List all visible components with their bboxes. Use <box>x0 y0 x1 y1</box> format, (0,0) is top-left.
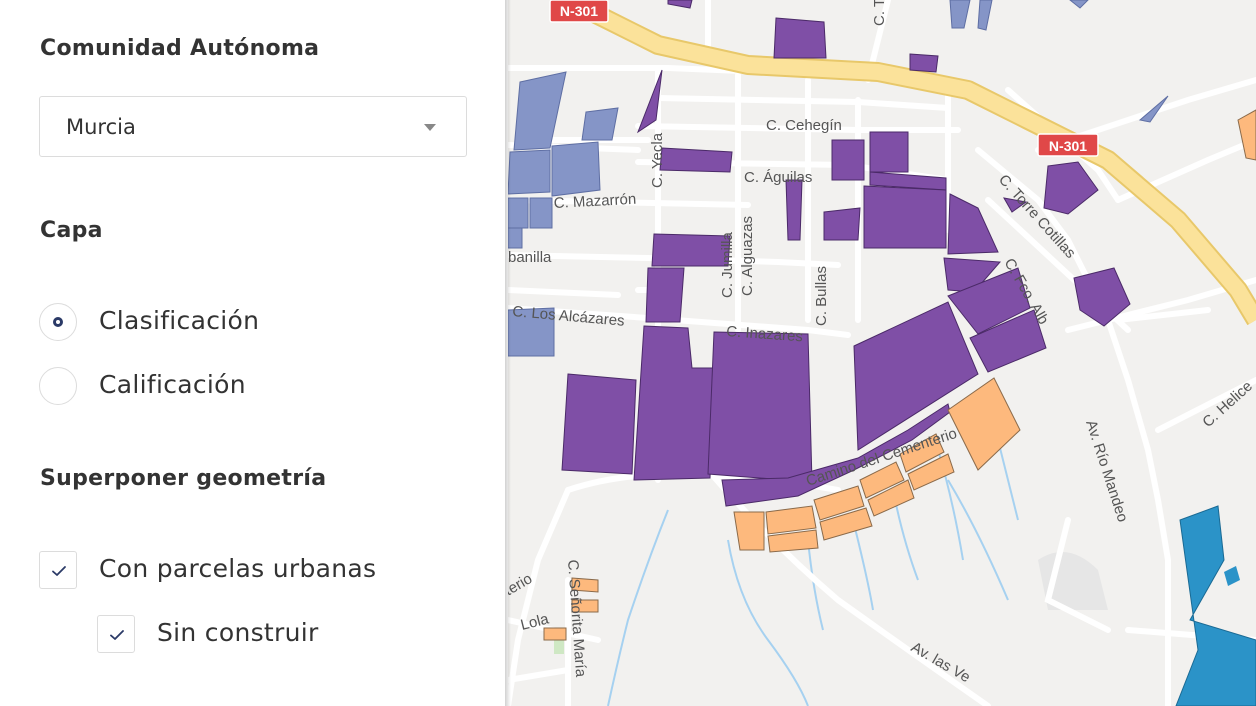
road-shield-n301-top: N-301 <box>549 0 609 23</box>
checkbox-parcelas-urbanas[interactable] <box>39 551 77 589</box>
park-area <box>554 640 564 654</box>
check-icon <box>110 630 124 640</box>
street-label: banilla <box>508 249 552 266</box>
street-label: C. Cehegín <box>766 117 842 134</box>
layer-title: Capa <box>40 218 103 243</box>
chevron-down-icon <box>424 124 436 131</box>
svg-text:N-301: N-301 <box>1049 138 1087 154</box>
radio-calificacion-label[interactable]: Calificación <box>99 370 246 399</box>
street-label: C. Alguazas <box>739 216 756 296</box>
region-select[interactable]: Murcia <box>39 96 467 157</box>
street-label: Av. Río Mandeo <box>1082 418 1131 524</box>
radio-clasificacion[interactable] <box>39 303 77 341</box>
region-title: Comunidad Autónoma <box>40 36 320 61</box>
checkbox-sin-construir[interactable] <box>97 615 135 653</box>
street-label: C. T <box>871 0 888 26</box>
street-label: C. Yecla <box>649 132 666 188</box>
street-label: C. Águilas <box>744 169 812 186</box>
road-shield-n301-right: N-301 <box>1037 133 1099 157</box>
street-label: Av. las Ve <box>908 639 973 686</box>
checkbox-parcelas-urbanas-label[interactable]: Con parcelas urbanas <box>99 554 376 583</box>
sidebar-panel: Comunidad Autónoma Murcia Capa Clasifica… <box>0 0 508 706</box>
street-label: C. Jumilla <box>719 231 736 298</box>
radio-selected-icon <box>53 317 63 327</box>
svg-text:N-301: N-301 <box>560 3 598 19</box>
check-icon <box>52 566 66 576</box>
checkbox-sin-construir-label[interactable]: Sin construir <box>157 618 319 647</box>
overlay-title: Superponer geometría <box>40 466 327 491</box>
street-label: C. Mazarrón <box>553 191 636 212</box>
map-canvas[interactable]: N-301 N-301 C. Cehegín C. Águilas C. Maz… <box>508 0 1256 706</box>
map-view[interactable]: N-301 N-301 C. Cehegín C. Águilas C. Maz… <box>508 0 1256 706</box>
region-select-value: Murcia <box>66 115 136 139</box>
cyan-zone <box>1175 505 1256 706</box>
street-label: C. Bullas <box>813 266 830 326</box>
radio-clasificacion-label[interactable]: Clasificación <box>99 306 259 335</box>
radio-calificacion[interactable] <box>39 367 77 405</box>
panel-divider <box>505 0 511 706</box>
